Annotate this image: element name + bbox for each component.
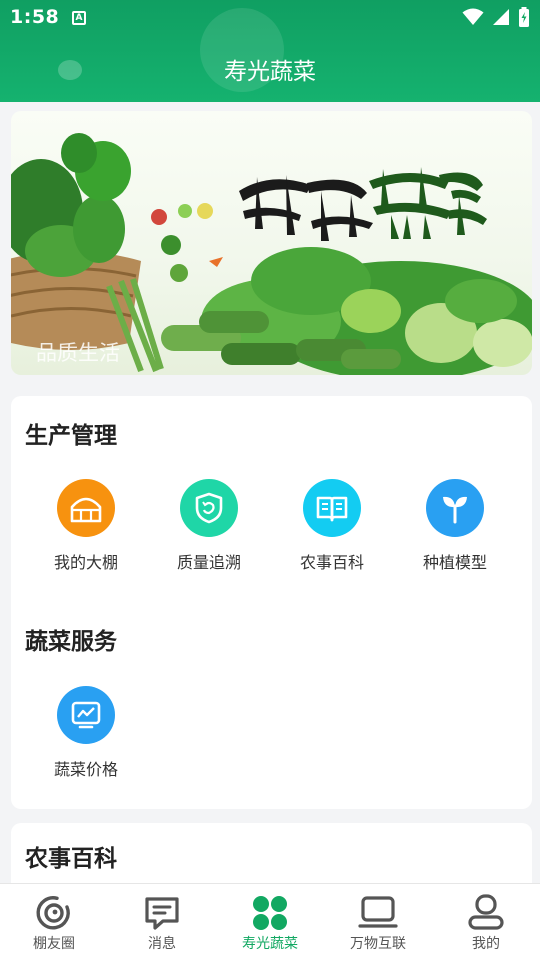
profile-icon (466, 893, 506, 933)
promo-banner[interactable] (11, 111, 532, 375)
grid-item-my-greenhouse[interactable]: 我的大棚 (24, 479, 148, 573)
trace-shield-icon (180, 479, 238, 537)
nav-label: 寿光蔬菜 (242, 936, 298, 952)
signal-icon (493, 9, 509, 25)
vegetables-illustration (11, 133, 532, 375)
bottom-navigation: 棚友圈 消息 寿光蔬菜 万物互联 我的 (0, 883, 540, 960)
nav-item-moments[interactable]: 棚友圈 (0, 884, 108, 960)
section-title-vegetable-service: 蔬菜服务 (25, 629, 117, 655)
greenhouse-icon (57, 479, 115, 537)
book-icon (303, 479, 361, 537)
moments-icon (34, 893, 74, 933)
nav-label: 万物互联 (350, 936, 406, 952)
grid-dots-icon (250, 893, 290, 933)
status-time: 1:58 (10, 6, 60, 28)
notification-a-icon: A (72, 11, 86, 25)
services-card: 生产管理 我的大棚 质量追溯 农事百科 种植模型 蔬菜服务 蔬菜价格 (11, 396, 532, 809)
grid-label: 种植模型 (422, 553, 487, 572)
grid-label: 质量追溯 (176, 553, 241, 572)
grid-item-farming-encyclopedia[interactable]: 农事百科 (270, 479, 394, 573)
nav-item-messages[interactable]: 消息 (108, 884, 216, 960)
devices-icon (358, 893, 398, 933)
nav-item-shouguang-vegetables[interactable]: 寿光蔬菜 (216, 884, 324, 960)
nav-item-profile[interactable]: 我的 (432, 884, 540, 960)
grid-item-vegetable-price[interactable]: 蔬菜价格 (24, 686, 148, 780)
app-header: 1:58 A 寿光蔬菜 (0, 0, 540, 102)
message-icon (142, 893, 182, 933)
battery-charging-icon (519, 7, 529, 27)
grid-label: 我的大棚 (53, 553, 118, 572)
grid-item-planting-model[interactable]: 种植模型 (393, 479, 517, 573)
grid-label: 蔬菜价格 (53, 760, 118, 779)
section-title-production: 生产管理 (25, 423, 117, 449)
sprout-icon (426, 479, 484, 537)
nav-item-internet-of-things[interactable]: 万物互联 (324, 884, 432, 960)
grid-label: 农事百科 (299, 553, 364, 572)
banner-caption: 品质生活 (36, 341, 120, 365)
status-bar: 1:58 A (0, 0, 540, 36)
grid-item-quality-trace[interactable]: 质量追溯 (147, 479, 271, 573)
nav-label: 消息 (148, 936, 176, 952)
price-chart-icon (57, 686, 115, 744)
nav-label: 棚友圈 (33, 936, 75, 952)
wifi-icon (462, 8, 484, 25)
nav-label: 我的 (472, 936, 500, 952)
page-title: 寿光蔬菜 (224, 59, 316, 85)
section-title-encyclopedia: 农事百科 (25, 846, 117, 872)
